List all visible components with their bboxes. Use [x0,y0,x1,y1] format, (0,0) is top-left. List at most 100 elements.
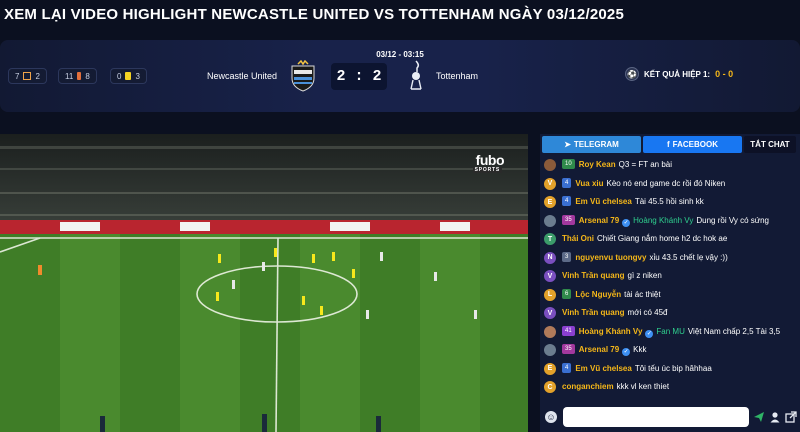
facebook-icon: f [666,140,670,149]
substitution-icon [77,72,82,80]
facebook-button[interactable]: f FACEBOOK [643,136,742,153]
turn-off-chat-button[interactable]: TẮT CHAT [744,136,796,153]
chat-text: Kèo nó end game dc rồi đó Niken [606,178,726,188]
chat-message: Cconganchiem kkk vl ken thiet [540,378,800,397]
emoji-icon[interactable]: ☺ [545,411,557,423]
verified-icon: ✓ [622,348,631,356]
chat-text: mới có 45đ [627,308,668,317]
chat-panel: ➤ TELEGRAM f FACEBOOK TẮT CHAT 10 Roy Kea… [540,134,800,432]
away-sub-count: 8 [85,71,90,81]
avatar[interactable] [544,344,556,356]
chat-tabs: ➤ TELEGRAM f FACEBOOK TẮT CHAT [542,136,798,153]
away-yellow-count: 3 [135,71,140,81]
avatar[interactable] [544,214,556,227]
score-box: 2 : 2 [331,63,387,90]
chat-message-list[interactable]: 10 Roy Kean Q3 = FT an bài V 4 Vua xiu Kèo nó … [540,156,800,406]
avatar[interactable]: E [544,196,556,208]
chat-message: 10 Roy Kean Q3 = FT an bài [540,156,800,175]
chat-message: N 3 nguyenvu tuongvy xỉu 43.5 chết lẹ vậy :… [540,249,800,268]
chat-username[interactable]: Vinh Trần quang [562,308,625,317]
avatar[interactable]: E [544,362,556,375]
chat-mention[interactable]: Fan MU [656,327,684,336]
chat-input[interactable] [563,407,749,427]
chat-username[interactable]: Lộc Nguyễn [575,290,621,299]
chat-message: 35 Arsenal 79 ✓ Kkk [540,341,800,360]
chat-username[interactable]: Em Vũ chelsea [575,364,631,373]
broadcaster-logo: fubo [475,152,505,168]
corner-icon [23,72,32,80]
facebook-label: FACEBOOK [672,140,718,149]
chat-username[interactable]: conganchiem [562,382,614,391]
level-badge: 4 [562,362,572,373]
chat-message: L 6 Lộc Nguyễn tài ác thiệt [540,286,800,305]
avatar[interactable]: V [544,270,556,282]
chat-message: E 4 Em Vũ chelsea Tôi tếu úc bip hâhhaa [540,360,800,379]
home-sub-count: 11 [65,71,74,81]
level-badge: 10 [562,159,575,169]
telegram-button[interactable]: ➤ TELEGRAM [542,136,641,153]
verified-icon: ✓ [622,218,631,227]
chat-text: Q3 = FT an bài [618,160,673,169]
home-team-name: Newcastle United [207,71,278,81]
scoreboard: 7 2 11 8 0 3 03/12 - 03:15 Newcastle Uni… [0,40,800,112]
away-score: 2 [372,68,382,85]
chat-text: xỉu 43.5 chết lẹ vậy :)) [649,252,728,262]
avatar[interactable]: N [544,251,556,264]
chat-input-row: ☺ [540,404,800,430]
tottenham-crest-icon [410,60,422,90]
match-time: 03/12 - 03:15 [376,50,424,59]
page-title: XEM LẠI VIDEO HIGHLIGHT NEWCASTLE UNITED… [4,6,625,23]
chat-username[interactable]: Vinh Trần quang [562,271,625,280]
chat-username[interactable]: Arsenal 79 [579,345,619,354]
away-corner-count: 2 [35,71,40,81]
chat-message: E 4 Em Vũ chelsea Tài 45.5 hồi sinh kk [540,193,800,212]
avatar[interactable] [544,159,556,171]
half-result-value: 0 - 0 [715,69,734,79]
chat-mention[interactable]: Hoàng Khánh Vy [633,216,693,225]
avatar[interactable]: T [544,233,556,245]
chat-text: Dung rồi Vy có sứng [696,215,770,225]
home-corner-count: 7 [15,71,20,81]
popout-icon[interactable] [785,411,797,423]
verified-icon: ✓ [645,329,654,338]
level-badge: 4 [562,177,572,188]
chat-message-body: 41 Hoàng Khánh Vy ✓ Fan MU Việt Nam chấp 2,5… [562,325,796,338]
chat-message-body: 4 Em Vũ chelsea Tài 45.5 hồi sinh kk [562,196,796,207]
chat-message-body: Vinh Trần quang mới có 45đ [562,307,796,318]
level-badge: 41 [562,325,575,336]
avatar[interactable]: L [544,288,556,301]
chat-username[interactable]: Thái Oni [562,234,594,243]
send-icon[interactable] [753,411,765,423]
level-badge: 35 [562,344,575,354]
chat-username[interactable]: Arsenal 79 [579,216,619,225]
telegram-icon: ➤ [564,140,571,149]
substitution-stat: 11 8 [58,68,97,84]
football-pitch-frame [0,134,528,432]
chat-message: V Vinh Trần quang mới có 45đ [540,304,800,323]
football-icon: ⚽ [625,67,639,81]
chat-message: 41 Hoàng Khánh Vy ✓ Fan MU Việt Nam chấp 2,5… [540,323,800,342]
chat-text: tài ác thiệt [624,289,661,299]
chat-username[interactable]: Roy Kean [579,160,616,169]
chat-username[interactable]: nguyenvu tuongvy [575,253,646,262]
avatar[interactable]: V [544,307,556,319]
chat-username[interactable]: Hoàng Khánh Vy [579,327,643,336]
chat-text: Tài 45.5 hồi sinh kk [634,197,704,206]
chat-message-body: 10 Roy Kean Q3 = FT an bài [562,159,796,170]
video-player[interactable]: fubo SPORTS [0,134,528,432]
chat-username[interactable]: Em Vũ chelsea [575,197,631,206]
level-badge: 35 [562,214,575,225]
chat-message-body: 35 Arsenal 79 ✓ Hoàng Khánh Vy Dung rồi Vy c… [562,214,796,227]
user-icon[interactable] [769,411,781,423]
half-result: ⚽ KẾT QUẢ HIỆP 1: 0 - 0 [625,67,733,81]
level-badge: 4 [562,196,572,206]
home-yellow-count: 0 [117,71,122,81]
chat-text: Chiết Giang nắm home h2 dc hok ae [597,234,728,243]
chat-username[interactable]: Vua xiu [575,179,603,188]
chat-message-body: 35 Arsenal 79 ✓ Kkk [562,344,796,356]
avatar[interactable] [544,325,556,338]
avatar[interactable]: V [544,177,556,190]
chat-message-body: 6 Lộc Nguyễn tài ác thiệt [562,288,796,300]
away-team-name: Tottenham [436,71,479,81]
avatar[interactable]: C [544,381,556,393]
